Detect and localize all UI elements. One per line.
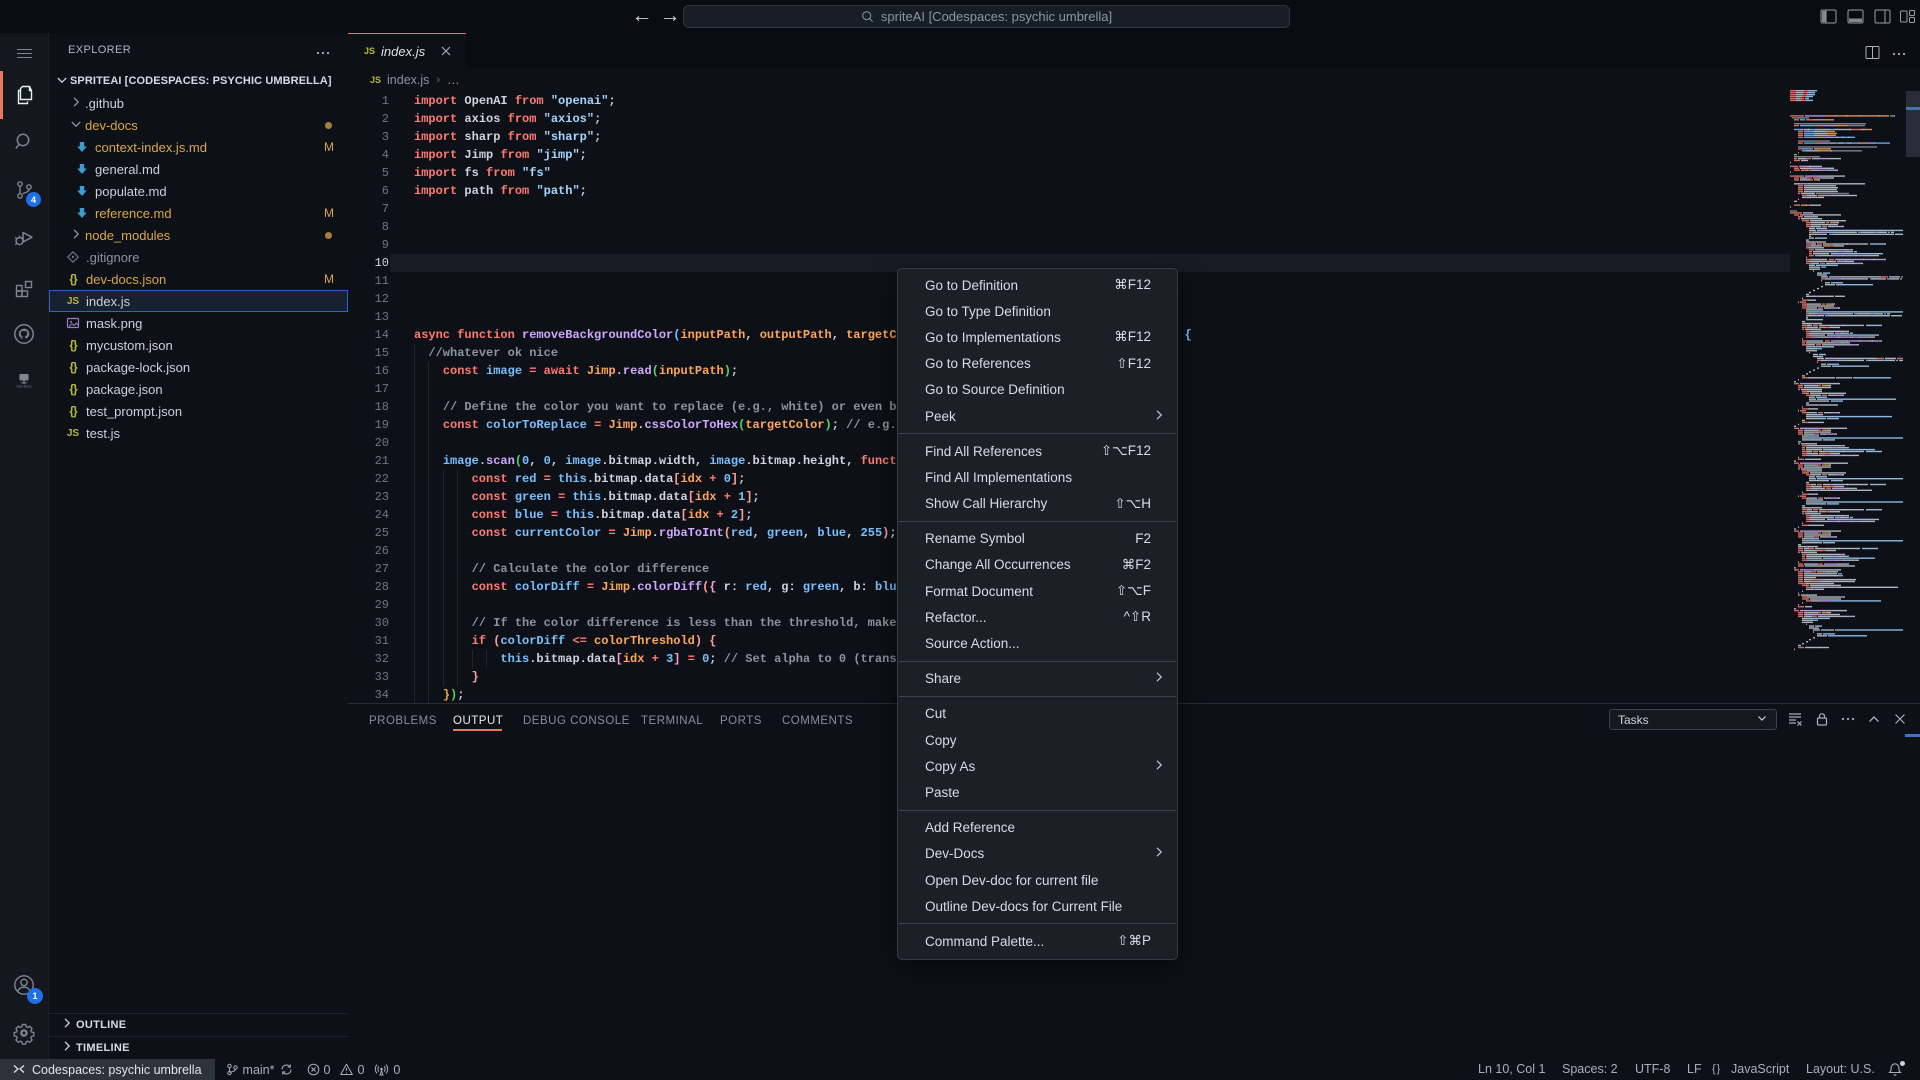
svg-text:Dev-Docs: Dev-Docs <box>17 385 32 389</box>
